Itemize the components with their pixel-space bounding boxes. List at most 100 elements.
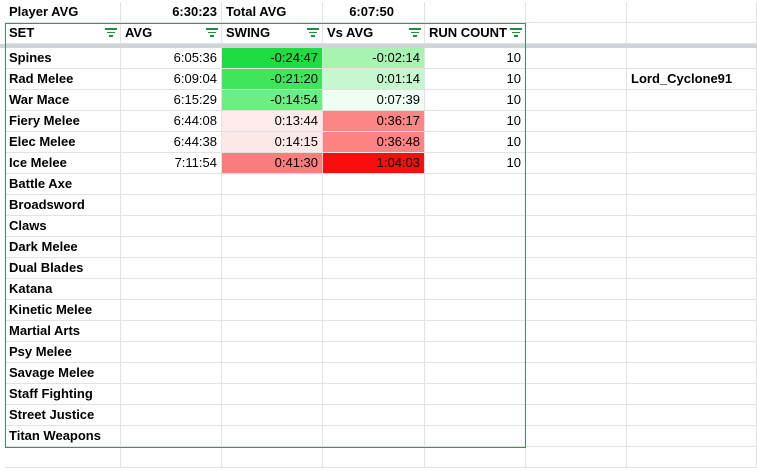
- empty-cell[interactable]: [627, 153, 757, 174]
- empty-cell[interactable]: [526, 405, 627, 426]
- player-name-label[interactable]: Lord_Cyclone91: [627, 69, 757, 90]
- avg-cell[interactable]: 6:44:38: [121, 132, 222, 153]
- run-count-cell[interactable]: 10: [425, 48, 526, 69]
- run-count-cell[interactable]: [425, 237, 526, 258]
- header-swing[interactable]: SWING: [222, 23, 323, 44]
- set-name-cell[interactable]: Claws: [5, 216, 121, 237]
- empty-cell[interactable]: [526, 216, 627, 237]
- empty-cell[interactable]: [526, 321, 627, 342]
- swing-cell[interactable]: -0:21:20: [222, 69, 323, 90]
- avg-cell[interactable]: [121, 426, 222, 447]
- empty-cell[interactable]: [627, 279, 757, 300]
- empty-cell[interactable]: [526, 23, 627, 44]
- avg-cell[interactable]: [121, 237, 222, 258]
- empty-cell[interactable]: [121, 447, 222, 468]
- vs-avg-cell[interactable]: 1:04:03: [323, 153, 425, 174]
- vs-avg-cell[interactable]: 0:01:14: [323, 69, 425, 90]
- empty-cell[interactable]: [526, 447, 627, 468]
- empty-cell[interactable]: [526, 69, 627, 90]
- swing-cell[interactable]: -0:24:47: [222, 48, 323, 69]
- swing-cell[interactable]: [222, 342, 323, 363]
- avg-cell[interactable]: [121, 384, 222, 405]
- avg-cell[interactable]: 6:09:04: [121, 69, 222, 90]
- header-vs-avg[interactable]: Vs AVG: [323, 23, 425, 44]
- empty-cell[interactable]: [627, 132, 757, 153]
- vs-avg-cell[interactable]: [323, 174, 425, 195]
- filter-icon[interactable]: [409, 28, 421, 38]
- run-count-cell[interactable]: 10: [425, 153, 526, 174]
- swing-cell[interactable]: [222, 279, 323, 300]
- filter-icon[interactable]: [206, 28, 218, 38]
- vs-avg-cell[interactable]: [323, 363, 425, 384]
- run-count-cell[interactable]: [425, 363, 526, 384]
- empty-cell[interactable]: [627, 48, 757, 69]
- swing-cell[interactable]: [222, 426, 323, 447]
- swing-cell[interactable]: [222, 363, 323, 384]
- avg-cell[interactable]: [121, 300, 222, 321]
- vs-avg-cell[interactable]: 0:36:17: [323, 111, 425, 132]
- avg-cell[interactable]: [121, 363, 222, 384]
- run-count-cell[interactable]: [425, 216, 526, 237]
- set-name-cell[interactable]: Street Justice: [5, 405, 121, 426]
- avg-cell[interactable]: 7:11:54: [121, 153, 222, 174]
- empty-cell[interactable]: [627, 426, 757, 447]
- empty-cell[interactable]: [526, 132, 627, 153]
- empty-cell[interactable]: [627, 216, 757, 237]
- empty-cell[interactable]: [627, 195, 757, 216]
- set-name-cell[interactable]: Rad Melee: [5, 69, 121, 90]
- run-count-cell[interactable]: 10: [425, 90, 526, 111]
- empty-cell[interactable]: [526, 111, 627, 132]
- avg-cell[interactable]: [121, 342, 222, 363]
- empty-cell[interactable]: [222, 447, 323, 468]
- avg-cell[interactable]: 6:05:36: [121, 48, 222, 69]
- empty-cell[interactable]: [526, 174, 627, 195]
- empty-cell[interactable]: [627, 405, 757, 426]
- avg-cell[interactable]: [121, 321, 222, 342]
- swing-cell[interactable]: 0:41:30: [222, 153, 323, 174]
- vs-avg-cell[interactable]: [323, 195, 425, 216]
- empty-cell[interactable]: [627, 2, 757, 23]
- run-count-cell[interactable]: 10: [425, 132, 526, 153]
- set-name-cell[interactable]: Battle Axe: [5, 174, 121, 195]
- swing-cell[interactable]: [222, 216, 323, 237]
- swing-cell[interactable]: [222, 384, 323, 405]
- empty-cell[interactable]: [526, 258, 627, 279]
- empty-cell[interactable]: [526, 237, 627, 258]
- total-avg-value[interactable]: 6:07:50: [323, 2, 425, 23]
- vs-avg-cell[interactable]: [323, 237, 425, 258]
- set-name-cell[interactable]: Ice Melee: [5, 153, 121, 174]
- empty-cell[interactable]: [526, 384, 627, 405]
- empty-cell[interactable]: [627, 384, 757, 405]
- set-name-cell[interactable]: Katana: [5, 279, 121, 300]
- vs-avg-cell[interactable]: 0:07:39: [323, 90, 425, 111]
- empty-cell[interactable]: [526, 195, 627, 216]
- set-name-cell[interactable]: Titan Weapons: [5, 426, 121, 447]
- swing-cell[interactable]: [222, 405, 323, 426]
- empty-cell[interactable]: [627, 300, 757, 321]
- empty-cell[interactable]: [526, 2, 627, 23]
- empty-cell[interactable]: [526, 279, 627, 300]
- empty-cell[interactable]: [627, 237, 757, 258]
- empty-cell[interactable]: [425, 2, 526, 23]
- empty-cell[interactable]: [526, 363, 627, 384]
- header-run-count[interactable]: RUN COUNT: [425, 23, 526, 44]
- player-avg-label[interactable]: Player AVG: [5, 2, 121, 23]
- empty-cell[interactable]: [5, 447, 121, 468]
- swing-cell[interactable]: [222, 237, 323, 258]
- empty-cell[interactable]: [627, 447, 757, 468]
- empty-cell[interactable]: [526, 48, 627, 69]
- avg-cell[interactable]: [121, 195, 222, 216]
- empty-cell[interactable]: [627, 23, 757, 44]
- empty-cell[interactable]: [323, 447, 425, 468]
- swing-cell[interactable]: [222, 300, 323, 321]
- empty-cell[interactable]: [627, 111, 757, 132]
- empty-cell[interactable]: [627, 342, 757, 363]
- player-avg-value[interactable]: 6:30:23: [121, 2, 222, 23]
- empty-cell[interactable]: [627, 258, 757, 279]
- empty-cell[interactable]: [526, 300, 627, 321]
- empty-cell[interactable]: [627, 363, 757, 384]
- empty-cell[interactable]: [627, 174, 757, 195]
- empty-cell[interactable]: [526, 153, 627, 174]
- spreadsheet-grid[interactable]: Player AVG 6:30:23 Total AVG 6:07:50 SET AVG S…: [0, 0, 757, 472]
- run-count-cell[interactable]: 10: [425, 111, 526, 132]
